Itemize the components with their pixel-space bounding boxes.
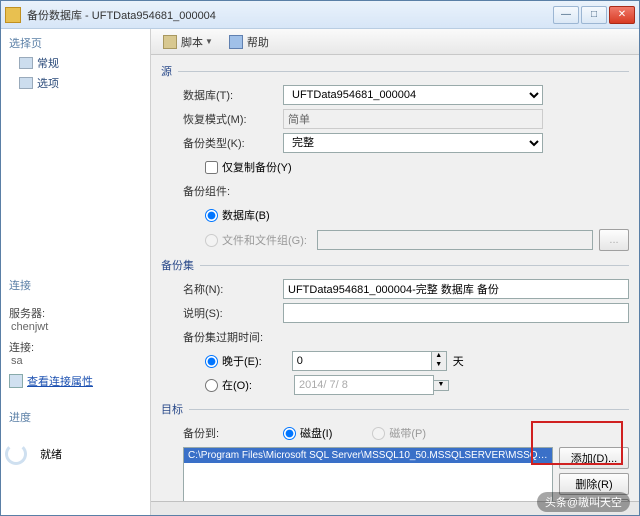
expire-label: 备份集过期时间: <box>183 329 263 345</box>
expire-on-input[interactable] <box>205 379 218 392</box>
spin-down[interactable]: ▼ <box>432 361 446 370</box>
script-icon <box>163 35 177 49</box>
app-icon <box>5 7 21 23</box>
backup-type-select[interactable]: 完整 <box>283 133 543 153</box>
database-select[interactable]: UFTData954681_000004 <box>283 85 543 105</box>
browse-files-button: ... <box>599 229 629 251</box>
sidebar-item-general[interactable]: 常规 <box>5 53 146 73</box>
database-label: 数据库(T): <box>183 87 283 103</box>
days-unit: 天 <box>453 353 464 369</box>
maximize-button[interactable]: □ <box>581 6 607 24</box>
component-files-label: 文件和文件组(G): <box>222 232 307 248</box>
window-title: 备份数据库 - UFTData954681_000004 <box>27 7 553 23</box>
component-files-radio: 文件和文件组(G): <box>205 232 307 248</box>
copy-only-input[interactable] <box>205 161 218 174</box>
files-field <box>317 230 593 250</box>
help-label: 帮助 <box>247 34 269 50</box>
toolbar: 脚本 ▼ 帮助 <box>151 29 639 55</box>
titlebar: 备份数据库 - UFTData954681_000004 — □ ✕ <box>1 1 639 29</box>
conn-label: 连接: <box>9 339 142 355</box>
watermark: 头条@嗷叫天空 <box>537 492 630 512</box>
component-label: 备份组件: <box>183 183 283 199</box>
expire-on-radio[interactable]: 在(O): <box>205 377 252 393</box>
recovery-label: 恢复模式(M): <box>183 111 283 127</box>
chevron-down-icon: ▼ <box>205 37 213 46</box>
backup-to-label: 备份到: <box>183 425 283 441</box>
minimize-button[interactable]: — <box>553 6 579 24</box>
days-field[interactable] <box>292 351 432 371</box>
expire-after-label: 晚于(E): <box>222 353 262 369</box>
connection-info: 服务器: chenjwt 连接: sa 查看连接属性 <box>5 295 146 393</box>
name-field[interactable] <box>283 279 629 299</box>
properties-icon <box>9 374 23 388</box>
progress-section: 就绪 <box>5 427 146 465</box>
backupset-title: 备份集 <box>161 257 194 273</box>
backup-type-label: 备份类型(K): <box>183 135 283 151</box>
expire-after-input[interactable] <box>205 355 218 368</box>
script-button[interactable]: 脚本 ▼ <box>157 32 219 52</box>
form-area: 源 数据库(T): UFTData954681_000004 恢复模式(M): … <box>151 55 639 515</box>
days-spinner[interactable]: ▲▼ <box>292 351 447 371</box>
backupset-group: 备份集 名称(N): 说明(S): 备份集过期时间: <box>161 257 629 395</box>
copy-only-checkbox[interactable]: 仅复制备份(Y) <box>205 159 292 175</box>
page-icon <box>19 57 33 69</box>
date-field <box>294 375 434 395</box>
expire-after-radio[interactable]: 晚于(E): <box>205 353 262 369</box>
tape-label: 磁带(P) <box>389 425 426 441</box>
spinner-icon <box>5 443 27 465</box>
view-connection-properties-link[interactable]: 查看连接属性 <box>9 373 142 389</box>
select-page-label: 选择页 <box>5 33 146 53</box>
spin-up[interactable]: ▲ <box>432 352 446 361</box>
source-title: 源 <box>161 63 172 79</box>
window-body: 选择页 常规 选项 连接 服务器: chenjwt 连接: sa 查看连接属性 <box>1 29 639 515</box>
help-icon <box>229 35 243 49</box>
connection-title: 连接 <box>5 275 146 295</box>
disk-label: 磁盘(I) <box>300 425 332 441</box>
date-picker: ▼ <box>294 375 449 395</box>
ready-label: 就绪 <box>40 446 62 462</box>
disk-radio[interactable]: 磁盘(I) <box>283 425 332 441</box>
desc-field[interactable] <box>283 303 629 323</box>
component-database-radio[interactable]: 数据库(B) <box>205 207 270 223</box>
link-label: 查看连接属性 <box>27 373 93 389</box>
copy-only-label: 仅复制备份(Y) <box>222 159 292 175</box>
server-label: 服务器: <box>9 305 142 321</box>
recovery-mode-field <box>283 109 543 129</box>
tape-radio: 磁带(P) <box>372 425 426 441</box>
source-group: 源 数据库(T): UFTData954681_000004 恢复模式(M): … <box>161 63 629 251</box>
sidebar-item-options[interactable]: 选项 <box>5 73 146 93</box>
name-label: 名称(N): <box>183 281 283 297</box>
server-value: chenjwt <box>9 321 142 333</box>
page-icon <box>19 77 33 89</box>
script-label: 脚本 <box>181 34 203 50</box>
sidebar: 选择页 常规 选项 连接 服务器: chenjwt 连接: sa 查看连接属性 <box>1 29 151 515</box>
desc-label: 说明(S): <box>183 305 283 321</box>
main-panel: 脚本 ▼ 帮助 源 数据库(T): UFTData954681_000004 <box>151 29 639 515</box>
sidebar-item-label: 选项 <box>37 75 59 91</box>
component-database-input[interactable] <box>205 209 218 222</box>
progress-title: 进度 <box>5 407 146 427</box>
destination-item[interactable]: C:\Program Files\Microsoft SQL Server\MS… <box>184 448 552 463</box>
sidebar-item-label: 常规 <box>37 55 59 71</box>
disk-input[interactable] <box>283 427 296 440</box>
conn-value: sa <box>9 355 142 367</box>
add-button[interactable]: 添加(D)... <box>559 447 629 469</box>
component-database-label: 数据库(B) <box>222 207 270 223</box>
close-button[interactable]: ✕ <box>609 6 635 24</box>
component-files-input <box>205 234 218 247</box>
backup-database-window: 备份数据库 - UFTData954681_000004 — □ ✕ 选择页 常… <box>0 0 640 516</box>
destination-title: 目标 <box>161 401 183 417</box>
expire-on-label: 在(O): <box>222 377 252 393</box>
tape-input <box>372 427 385 440</box>
window-buttons: — □ ✕ <box>553 6 635 24</box>
help-button[interactable]: 帮助 <box>223 32 275 52</box>
